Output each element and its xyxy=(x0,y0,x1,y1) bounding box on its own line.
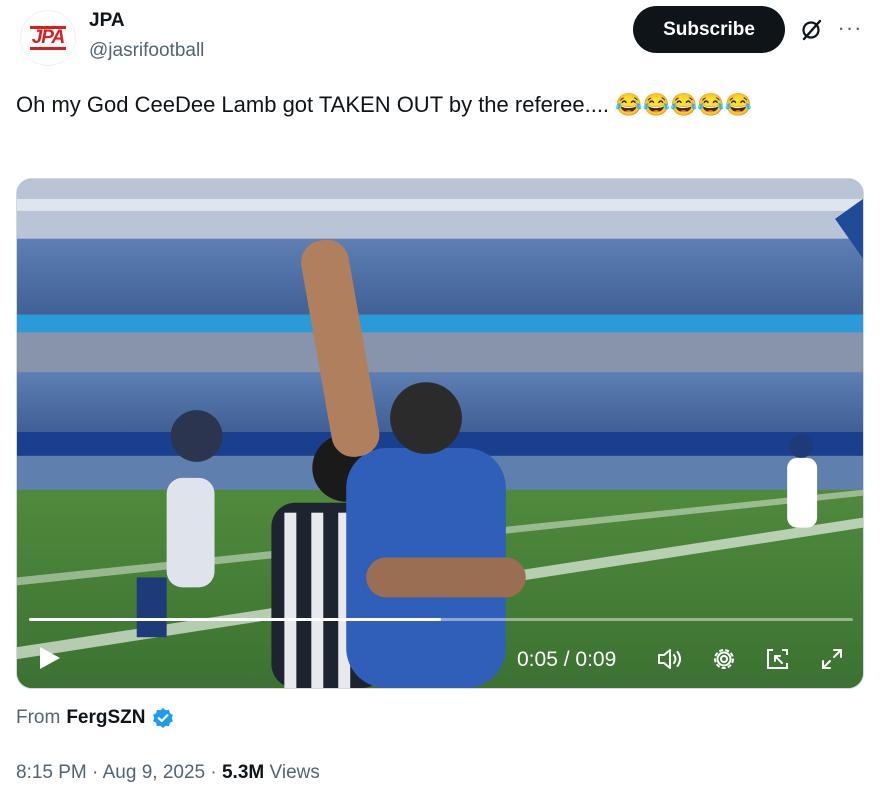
account-name[interactable]: JPA xyxy=(89,10,125,32)
attribution-source[interactable]: FergSZN xyxy=(66,707,145,729)
tweet-time[interactable]: 8:15 PM xyxy=(16,762,87,783)
meta-dot: · xyxy=(86,762,103,783)
fullscreen-icon[interactable] xyxy=(817,644,847,674)
volume-icon[interactable] xyxy=(655,644,685,674)
tweet-meta: 8:15 PM · Aug 9, 2025 · 5.3M Views xyxy=(16,762,320,784)
tweet-emojis: 😂😂😂😂😂 xyxy=(615,92,753,117)
media-attribution: From FergSZN xyxy=(16,707,174,729)
video-controls: 0:05 / 0:09 xyxy=(17,598,863,688)
tweet-date[interactable]: Aug 9, 2025 xyxy=(103,762,205,783)
avatar[interactable]: JPA xyxy=(20,10,76,66)
account-handle[interactable]: @jasrifootball xyxy=(89,40,204,62)
video-player[interactable]: 0:05 / 0:09 xyxy=(16,178,864,689)
play-icon[interactable] xyxy=(33,642,65,674)
time-separator: / xyxy=(557,648,576,671)
tweet-header: JPA JPA @jasrifootball Subscribe ··· xyxy=(16,6,866,70)
attribution-prefix: From xyxy=(16,707,61,728)
tweet-text: Oh my God CeeDee Lamb got TAKEN OUT by t… xyxy=(16,88,856,121)
video-time: 0:05 / 0:09 xyxy=(517,648,616,672)
more-options-icon[interactable]: ··· xyxy=(836,14,864,42)
current-time: 0:05 xyxy=(517,648,558,671)
verified-badge-icon xyxy=(152,708,173,728)
progress-fill xyxy=(29,618,441,621)
subscribe-button[interactable]: Subscribe xyxy=(633,6,785,53)
dock-icon[interactable] xyxy=(763,644,793,674)
grok-icon[interactable] xyxy=(800,18,824,42)
views-count: 5.3M xyxy=(221,762,265,783)
views-label: Views xyxy=(264,762,320,783)
meta-dot: · xyxy=(205,762,222,783)
settings-icon[interactable] xyxy=(709,644,739,674)
tweet-body: Oh my God CeeDee Lamb got TAKEN OUT by t… xyxy=(16,92,616,117)
avatar-logo: JPA xyxy=(29,26,67,50)
progress-bar[interactable] xyxy=(29,618,853,621)
duration: 0:09 xyxy=(575,648,617,671)
